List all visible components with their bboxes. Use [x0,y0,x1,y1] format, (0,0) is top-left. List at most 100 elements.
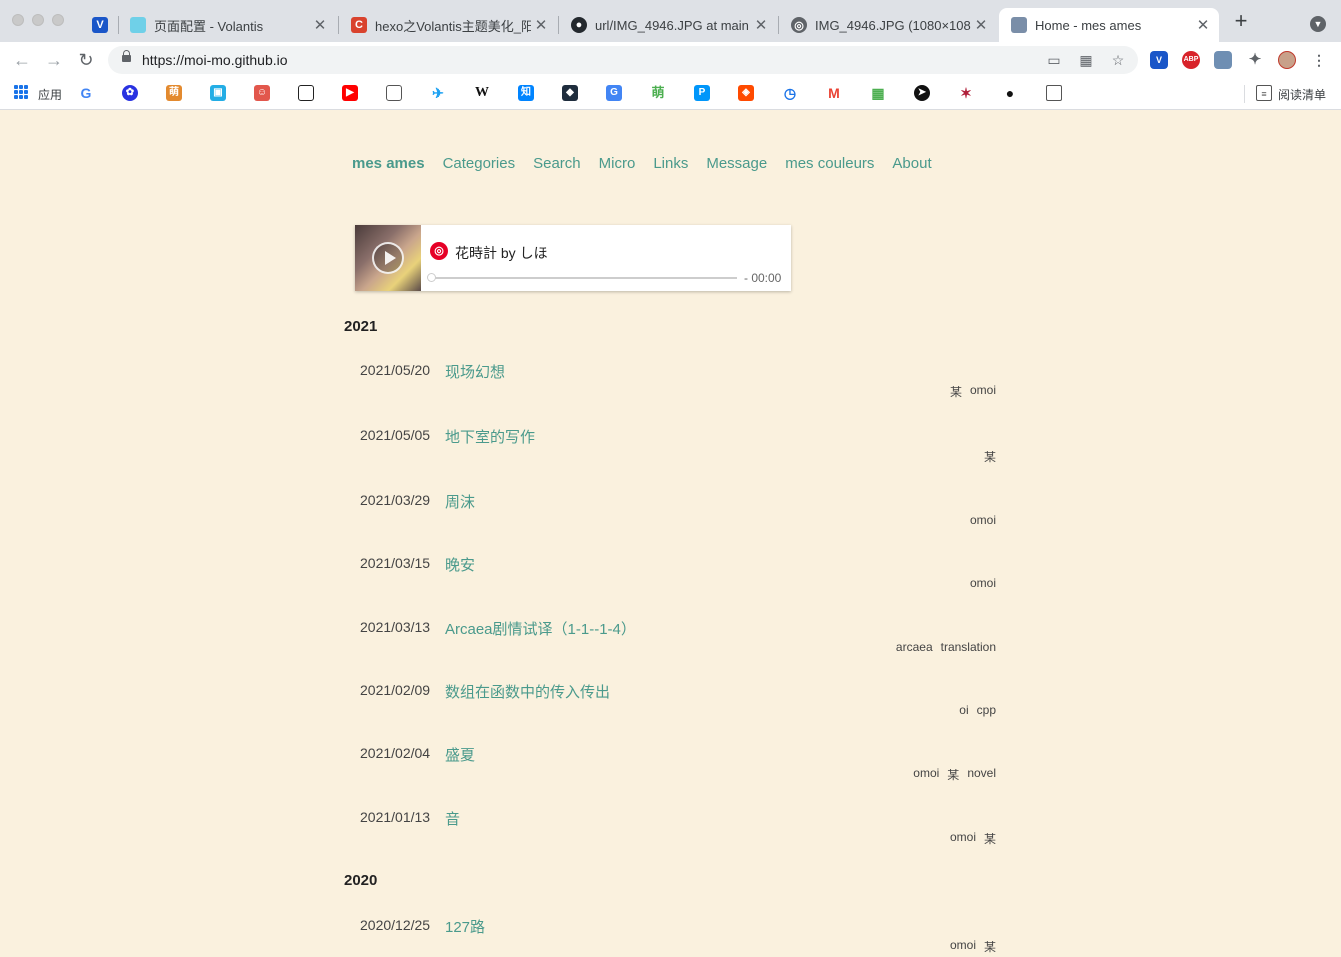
tag-link[interactable]: oi [959,703,968,717]
post-title-link[interactable]: 地下室的写作 [445,426,535,447]
tag-link[interactable]: omoi [913,766,939,783]
volantis-extension-icon[interactable]: V [1150,51,1168,69]
bookmark-star-icon[interactable]: ☆ [1110,52,1126,68]
nav-categories[interactable]: Categories [443,155,516,172]
new-tab-button[interactable]: + [1231,10,1251,32]
reading-list-icon[interactable]: ≡ [1256,85,1272,101]
github-bookmark-icon[interactable]: ● [1002,85,1018,101]
extensions-puzzle-icon[interactable]: ✦ [1246,51,1264,69]
tag-link[interactable]: translation [941,640,996,654]
gmail-icon[interactable]: M [826,85,842,101]
back-arrow-icon[interactable]: ← [10,48,34,72]
post-row: 2021/02/09 数组在函数中的传入传出 oi cpp [0,682,1341,732]
cast-icon[interactable]: ▭ [1046,52,1062,68]
gitee-icon[interactable]: ◈ [738,85,754,101]
profile-avatar-icon[interactable] [1278,51,1296,69]
reload-icon[interactable]: ↻ [74,48,98,72]
nav-links[interactable]: Links [653,155,688,172]
maximize-window-button[interactable] [52,14,64,26]
post-tags: arcaea translation [896,640,996,654]
tv-icon[interactable] [298,85,314,101]
adblock-plus-icon[interactable]: ABP [1182,51,1200,69]
moegirl-icon[interactable]: 萌 [650,85,666,101]
moe-site-icon[interactable]: 萌 [166,85,182,101]
qr-code-icon[interactable]: ▦ [1078,52,1094,68]
nav-message[interactable]: Message [706,155,767,172]
twitter-icon[interactable]: ✈ [430,85,446,101]
close-tab-icon[interactable]: ✕ [971,16,991,34]
tag-link[interactable]: 某 [947,766,959,783]
code-site-icon[interactable]: ◆ [562,85,578,101]
page-content: mes ames Categories Search Micro Links M… [0,111,1341,957]
minimize-window-button[interactable] [32,14,44,26]
address-bar[interactable]: https://moi-mo.github.io ▭ ▦ ☆ [108,46,1138,74]
more-menu-icon[interactable]: ⋮ [1310,51,1328,69]
post-row: 2021/03/13 Arcaea剧情试译（1-1--1-4） arcaea tran… [0,619,1341,669]
tab-home-active[interactable]: Home - mes ames ✕ [999,8,1219,42]
nav-home[interactable]: mes ames [352,155,425,172]
tab-pinned[interactable]: V [80,8,120,42]
pixiv-icon[interactable]: P [694,85,710,101]
tab-csdn[interactable]: C hexo之Volantis主题美化_阳光 ✕ [339,8,557,42]
youtube-icon[interactable]: ▶ [342,85,358,101]
nav-micro[interactable]: Micro [599,155,636,172]
tab-search-icon[interactable]: ▼ [1310,16,1326,32]
nav-about[interactable]: About [892,155,931,172]
post-title-link[interactable]: 127路 [445,916,485,937]
zhihu-icon[interactable]: 知 [518,85,534,101]
post-title-link[interactable]: 周沫 [445,491,475,512]
post-row: 2021/03/29 周沫 omoi [0,492,1341,542]
post-title-link[interactable]: 现场幻想 [445,361,505,382]
folder-icon[interactable] [1046,85,1062,101]
send-app-icon[interactable]: ➤ [914,85,930,101]
nav-mes-couleurs[interactable]: mes couleurs [785,155,874,172]
post-title-link[interactable]: 晚安 [445,554,475,575]
close-tab-icon[interactable]: ✕ [310,16,330,34]
tag-link[interactable]: omoi [970,513,996,527]
tab-github[interactable]: ● url/IMG_4946.JPG at main · ✕ [559,8,777,42]
tag-link[interactable]: omoi [950,830,976,847]
tag-link[interactable]: cpp [977,703,996,717]
tag-link[interactable]: 某 [950,383,962,400]
cat-site-icon[interactable]: ☺ [254,85,270,101]
post-title-link[interactable]: 盛夏 [445,744,475,765]
apps-grid-icon[interactable] [14,85,28,99]
wikipedia-icon[interactable]: W [474,85,490,101]
close-tab-icon[interactable]: ✕ [1193,16,1213,34]
close-tab-icon[interactable]: ✕ [751,16,771,34]
url-text[interactable]: https://moi-mo.github.io [142,52,288,68]
google-translate-icon[interactable]: G [606,85,622,101]
baidu-icon[interactable]: ✿ [122,85,138,101]
acfun-icon[interactable] [386,85,402,101]
progress-knob[interactable] [427,273,436,282]
post-date: 2021/01/13 [360,809,431,825]
tag-link[interactable]: 某 [984,830,996,847]
arcaea-icon[interactable]: ✶ [958,85,974,101]
grid-app-icon[interactable]: ▦ [870,85,886,101]
nav-search[interactable]: Search [533,155,581,172]
close-window-button[interactable] [12,14,24,26]
tag-link[interactable]: novel [967,766,996,783]
history-clock-icon[interactable]: ◷ [782,85,798,101]
tag-link[interactable]: arcaea [896,640,933,654]
apps-label[interactable]: 应用 [38,86,62,103]
close-tab-icon[interactable]: ✕ [531,16,551,34]
post-title-link[interactable]: 数组在函数中的传入传出 [445,681,610,702]
reading-list-label[interactable]: 阅读清单 [1278,86,1326,103]
image-extension-icon[interactable] [1214,51,1232,69]
player-time: - 00:00 [744,271,782,285]
tag-link[interactable]: omoi [970,576,996,590]
tag-link[interactable]: 某 [984,448,996,465]
tag-link[interactable]: omoi [950,938,976,955]
tag-link[interactable]: 某 [984,938,996,955]
google-icon[interactable]: G [78,85,94,101]
forward-arrow-icon[interactable]: → [42,48,66,72]
post-title-link[interactable]: 音 [445,808,460,829]
post-title-link[interactable]: Arcaea剧情试译（1-1--1-4） [445,618,636,639]
tab-image[interactable]: ◎ IMG_4946.JPG (1080×1080) ✕ [779,8,997,42]
tab-volantis-config[interactable]: 页面配置 - Volantis ✕ [118,8,336,42]
progress-bar[interactable] [430,277,737,279]
bilibili-icon[interactable]: ▣ [210,85,226,101]
tag-link[interactable]: omoi [970,383,996,400]
play-icon[interactable] [372,242,404,274]
